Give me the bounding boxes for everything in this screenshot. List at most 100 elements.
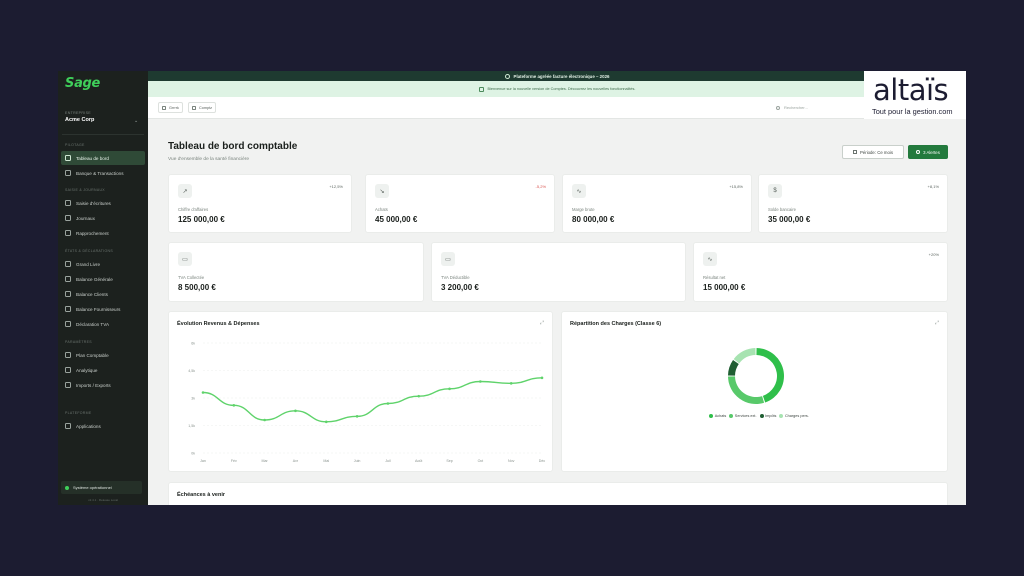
sidebar-item-grand-livre[interactable]: Grand Livre [61,257,145,271]
data-point [386,402,390,405]
alerts-button[interactable]: 3 Alertes [908,145,948,159]
sidebar-item-plan-comptable[interactable]: Plan Comptable [61,348,145,362]
ledger-icon [65,261,71,267]
sidebar-item-tableau-de-bord[interactable]: Tableau de bord [61,151,145,165]
entreprise-caption: ENTREPRISE [65,111,91,115]
sparkle-icon [478,86,484,92]
credit-card-icon: ▭ [178,252,192,266]
data-point [417,394,421,398]
system-status: Système opérationnel [61,481,142,494]
x-tick-label: Avr [293,459,299,463]
legend-label: Services ext. [734,414,757,418]
x-tick-label: Août [415,459,422,463]
series-line [202,377,543,423]
kpi-trend: +8,1% [927,184,939,189]
section-etats: ÉTATS & DÉCLARATIONS [65,249,114,253]
legend-swatch [779,414,784,418]
data-point [355,415,359,418]
truck-icon [65,306,71,312]
kpi-label: TVA Collectée [178,275,205,280]
altais-tagline: Tout pour la gestion.com [872,107,953,116]
sidebar-item-balance-clients[interactable]: Balance Clients [61,287,145,301]
sidebar-item-banque[interactable]: Banque & Transactions [61,166,145,180]
sidebar-item-imports-exports[interactable]: Imports / Exports [61,378,145,392]
kpi-label: Marge brute [572,207,595,212]
altais-logo: altaïs Tout pour la gestion.com [864,71,966,119]
sidebar-item-applications[interactable]: Applications [61,419,145,433]
y-tick-label: 3k [191,396,195,400]
kpi-value: 3 200,00 € [441,283,479,292]
credit-card-icon: ▭ [441,252,455,266]
page-subtitle: Vue d'ensemble de la santé financière [168,157,250,162]
toolbar-button-2[interactable]: Comptz [188,102,217,113]
sidebar-item-journaux[interactable]: Journaux [61,211,145,225]
legend-label: Charges pers. [784,414,809,418]
section-pilotage: PILOTAGE [65,143,85,147]
y-tick-label: 6k [191,341,195,345]
app-icon [162,105,166,110]
sidebar-item-balance-fournisseurs[interactable]: Balance Fournisseurs [61,302,145,316]
data-point [263,418,266,422]
page-title: Tableau de bord comptable [168,141,298,152]
dollar-icon: $ [768,184,782,198]
sidebar-item-declaration-tva[interactable]: Déclaration TVA [61,317,145,331]
kpi-value: 15 000,00 € [703,283,746,292]
users-icon [65,291,71,297]
status-dot-icon [65,485,69,490]
sync-icon [65,230,71,236]
search-input[interactable]: Rechercher... [776,102,866,113]
main-content: Plateforme agréée facture électronique –… [148,71,966,505]
upcoming-title: Échéances à venir [177,492,226,498]
entreprise-selector[interactable]: Acme Corp [65,117,94,123]
toolbar-button-1[interactable]: Grrrrk [158,102,183,113]
sidebar-item-analytique[interactable]: Analytique [61,363,145,377]
x-tick-label: Jan [200,459,206,463]
kpi-card-marge-brute: ∿ +15,8% Marge brute 80 000,00 € [562,174,752,233]
donut-slice [728,376,765,404]
altais-wordmark: altaïs [873,73,949,107]
section-plateforme: PLATEFORME [65,411,92,415]
sidebar-item-rapprochement[interactable]: Rapprochement [61,226,145,240]
legend-label: Achats [714,414,727,418]
legend-label: Impôts [765,414,777,418]
x-tick-label: Mar [262,459,269,463]
legend-swatch [709,414,714,418]
kpi-card-achats: ↘ -5,2% Achats 45 000,00 € [365,174,555,233]
data-point [540,376,544,380]
period-button[interactable]: Période: Ce mois [842,145,904,159]
kpi-trend: +20% [928,252,939,257]
dashboard-icon [65,155,71,161]
kpi-value: 125 000,00 € [178,215,225,224]
sage-logo: Sage [65,76,101,91]
x-tick-label: Mai [323,459,329,463]
y-tick-label: 0k [191,451,195,455]
sidebar-item-balance-generale[interactable]: Balance Générale [61,272,145,286]
sidebar: Sage ENTREPRISE Acme Corp ⌄ PILOTAGE Tab… [58,71,148,505]
activity-icon: ∿ [572,184,586,198]
x-tick-label: Nov [508,459,515,463]
alert-icon [916,150,921,154]
kpi-trend: +12,5% [329,184,343,189]
trend-down-icon: ↘ [375,184,389,198]
kpi-card-chiffre-affaires: ↗ +12,5% Chiffre d'affaires 125 000,00 € [168,174,352,233]
kpi-value: 45 000,00 € [375,215,418,224]
chevron-down-icon[interactable]: ⌄ [134,118,138,124]
document-icon [65,321,71,327]
donut-legend: Achats Services ext. Impôts Charges pers. [562,414,956,418]
platform-banner: Plateforme agréée facture électronique –… [148,71,966,81]
kpi-card-tva-deductible: ▭ TVA Déductible 3 200,00 € [431,242,686,302]
data-point [509,382,513,385]
kpi-card-tva-collectee: ▭ TVA Collectée 8 500,00 € [168,242,424,302]
upcoming-card: Échéances à venir [168,482,948,505]
list-icon [65,352,71,358]
kpi-trend: +15,8% [729,184,743,189]
grid-icon [65,423,71,429]
bank-icon [65,170,71,176]
sidebar-item-saisie[interactable]: Saisie d'écritures [61,196,145,210]
info-icon [504,73,510,79]
edit-icon [65,200,71,206]
kpi-label: Résultat net [703,275,726,280]
book-icon [65,215,71,221]
app-icon [192,105,196,110]
search-icon [776,105,780,110]
